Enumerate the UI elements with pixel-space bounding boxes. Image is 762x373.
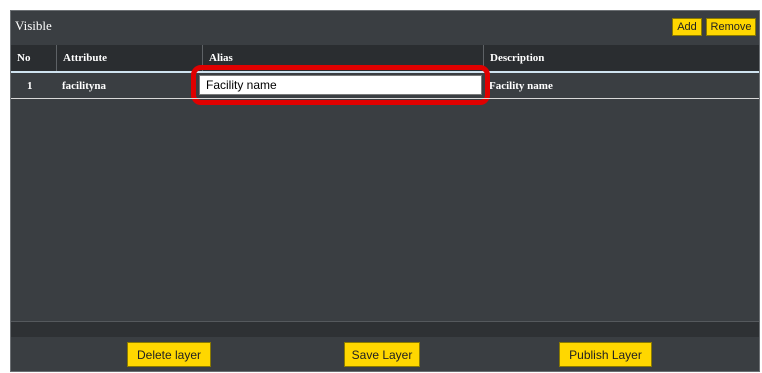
layer-attributes-panel: Visible Add Remove No Attribute Alias De… — [10, 10, 760, 372]
column-header-attribute[interactable]: Attribute — [56, 45, 202, 71]
cell-no: 1 — [27, 80, 33, 92]
add-button[interactable]: Add — [672, 18, 702, 36]
panel-title-bar: Visible Add Remove — [11, 11, 759, 41]
column-header-no[interactable]: No — [11, 45, 56, 71]
cell-attribute: facilityna — [62, 80, 106, 92]
panel-title: Visible — [15, 18, 52, 33]
footer-toolbar: Delete layer Save Layer Publish Layer — [11, 337, 759, 373]
row-divider — [11, 98, 759, 99]
table-header: No Attribute Alias Description — [11, 45, 759, 71]
cell-description: Facility name — [489, 80, 553, 92]
publish-layer-button[interactable]: Publish Layer — [559, 342, 652, 367]
alias-input[interactable] — [199, 75, 482, 95]
horizontal-scrollbar[interactable] — [11, 321, 759, 337]
column-header-description[interactable]: Description — [483, 45, 759, 71]
column-header-alias[interactable]: Alias — [202, 45, 483, 71]
save-layer-button[interactable]: Save Layer — [344, 342, 420, 367]
remove-button[interactable]: Remove — [706, 18, 756, 36]
header-divider — [11, 71, 759, 73]
delete-layer-button[interactable]: Delete layer — [127, 342, 211, 367]
